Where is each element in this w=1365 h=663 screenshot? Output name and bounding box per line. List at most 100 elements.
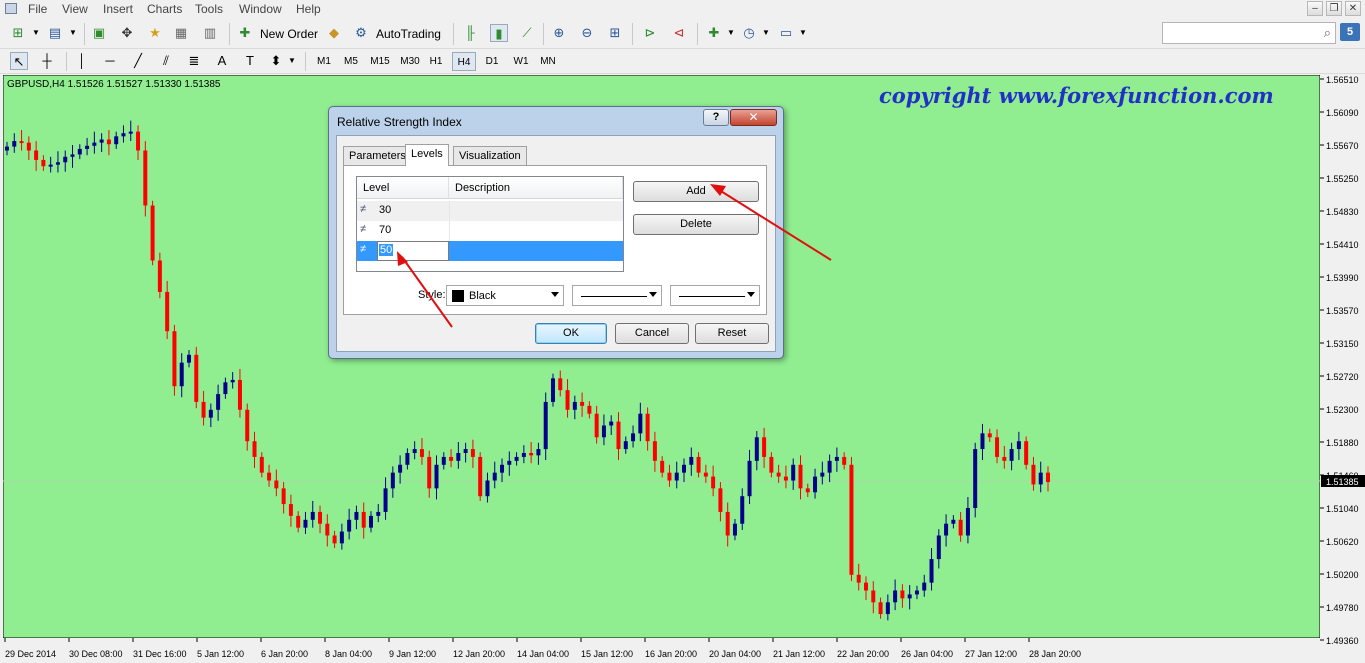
price-label: 1.55250 — [1326, 174, 1359, 184]
dropdown-arrow-icon[interactable]: ▼ — [283, 52, 301, 70]
menu-help[interactable]: Help — [296, 2, 321, 16]
text-icon[interactable]: A — [213, 52, 231, 70]
market-watch-icon[interactable]: ▣ — [90, 24, 108, 42]
timeframe-m5[interactable]: M5 — [339, 52, 363, 71]
new-order-icon[interactable]: ✚ — [236, 24, 254, 42]
autotrading-icon[interactable]: ⚙ — [352, 24, 370, 42]
vertical-line-icon[interactable]: │ — [73, 52, 91, 70]
navigator-icon[interactable]: ✥ — [118, 24, 136, 42]
bar-chart-icon[interactable]: ╟ — [461, 24, 479, 42]
cancel-button[interactable]: Cancel — [615, 323, 689, 344]
strategy-tester-icon[interactable]: ▥ — [201, 24, 219, 42]
list-item[interactable]: ≠ 70 — [357, 221, 623, 241]
candle-bear — [281, 488, 286, 505]
menu-view[interactable]: View — [62, 2, 88, 16]
crosshair-icon[interactable]: ┼ — [38, 52, 56, 70]
time-label: 21 Jan 12:00 — [773, 649, 825, 659]
zoom-in-icon[interactable]: ⊕ — [550, 24, 568, 42]
column-description[interactable]: Description — [449, 177, 623, 199]
menu-window[interactable]: Window — [239, 2, 282, 16]
timeframe-d1[interactable]: D1 — [481, 52, 503, 71]
price-label: 1.50200 — [1326, 570, 1359, 580]
equidistant-channel-icon[interactable]: ⫽ — [157, 52, 175, 70]
dropdown-arrow-icon[interactable]: ▼ — [27, 24, 45, 42]
candle-bull — [747, 460, 752, 497]
autoscroll-icon[interactable]: ⊳ — [641, 24, 659, 42]
notification-badge[interactable]: 5 — [1340, 23, 1360, 41]
dropdown-arrow-icon[interactable]: ▼ — [64, 24, 82, 42]
menu-insert[interactable]: Insert — [103, 2, 133, 16]
add-level-button[interactable]: Add — [633, 181, 759, 202]
close-dialog-button[interactable]: ✕ — [730, 109, 777, 126]
candle-bear — [645, 413, 650, 442]
list-item-selected[interactable]: ≠ 50 — [357, 241, 623, 261]
fibonacci-icon[interactable]: ≣ — [185, 52, 203, 70]
tile-windows-icon[interactable]: ⊞ — [606, 24, 624, 42]
app-icon[interactable] — [5, 3, 17, 14]
help-button[interactable]: ? — [703, 109, 729, 126]
new-chart-icon[interactable]: ⊞ — [9, 24, 27, 42]
timeframe-h1[interactable]: H1 — [425, 52, 447, 71]
list-item[interactable]: ≠ 30 — [357, 201, 623, 221]
timeframe-m30[interactable]: M30 — [396, 52, 424, 71]
candle-bear — [660, 460, 665, 473]
zoom-out-icon[interactable]: ⊖ — [578, 24, 596, 42]
candlestick-icon[interactable]: ▮ — [490, 24, 508, 42]
cursor-icon[interactable]: ↖ — [10, 52, 28, 70]
templates-icon[interactable]: ▭ — [777, 24, 795, 42]
search-icon[interactable]: ⌕ — [1324, 25, 1331, 41]
tab-visualization[interactable]: Visualization — [453, 146, 527, 165]
menu-file[interactable]: File — [28, 2, 47, 16]
restore-icon[interactable]: ❐ — [1326, 1, 1342, 16]
candle-bear — [325, 523, 330, 536]
minimize-icon[interactable]: – — [1307, 1, 1323, 16]
periods-icon[interactable]: ◷ — [740, 24, 758, 42]
candle-bull — [70, 154, 75, 157]
search-input[interactable]: ⌕ — [1162, 22, 1336, 44]
ok-button[interactable]: OK — [535, 323, 607, 344]
line-width-select[interactable] — [670, 285, 760, 306]
line-chart-icon[interactable]: ⟋ — [518, 24, 536, 42]
tab-levels[interactable]: Levels — [405, 144, 449, 166]
dropdown-arrow-icon[interactable]: ▼ — [794, 24, 812, 42]
timeframe-m1[interactable]: M1 — [312, 52, 336, 71]
profiles-icon[interactable]: ▤ — [46, 24, 64, 42]
candle-bull — [434, 464, 439, 489]
chart-shift-icon[interactable]: ⊲ — [670, 24, 688, 42]
dropdown-arrow-icon[interactable]: ▼ — [722, 24, 740, 42]
level-edit-field[interactable]: 50 — [377, 241, 449, 261]
levels-list[interactable]: Level Description ≠ 30 ≠ 70 ≠ 50 — [356, 176, 624, 272]
timeframe-h4[interactable]: H4 — [452, 52, 476, 71]
metaeditor-icon[interactable]: ◆ — [325, 24, 343, 42]
favorites-icon[interactable]: ★ — [146, 24, 164, 42]
candle-bear — [143, 150, 148, 206]
indicators-icon[interactable]: ✚ — [705, 24, 723, 42]
horizontal-line-icon[interactable]: ─ — [101, 52, 119, 70]
color-select[interactable]: Black — [446, 285, 564, 306]
autotrading-button[interactable]: AutoTrading — [376, 27, 441, 41]
timeframe-w1[interactable]: W1 — [509, 52, 533, 71]
text-label-icon[interactable]: T — [241, 52, 259, 70]
candle-bull — [791, 464, 796, 481]
candle-bear — [318, 511, 323, 524]
terminal-icon[interactable]: ▦ — [172, 24, 190, 42]
timeframe-mn[interactable]: MN — [536, 52, 560, 71]
dropdown-arrow-icon[interactable]: ▼ — [757, 24, 775, 42]
timeframe-m15[interactable]: M15 — [366, 52, 394, 71]
reset-button[interactable]: Reset — [695, 323, 769, 344]
menu-tools[interactable]: Tools — [195, 2, 223, 16]
line-style-select[interactable] — [572, 285, 662, 306]
color-swatch — [452, 290, 464, 302]
column-level[interactable]: Level — [357, 177, 449, 199]
delete-level-button[interactable]: Delete — [633, 214, 759, 235]
new-order-button[interactable]: New Order — [260, 27, 318, 41]
tab-parameters[interactable]: Parameters — [343, 146, 412, 165]
candle-bull — [1009, 449, 1014, 461]
menu-charts[interactable]: Charts — [147, 2, 182, 16]
candle-bull — [463, 449, 468, 453]
price-label: 1.51040 — [1326, 504, 1359, 514]
time-label: 14 Jan 04:00 — [517, 649, 569, 659]
close-window-icon[interactable]: ✕ — [1345, 1, 1361, 16]
candle-bear — [201, 401, 206, 418]
trendline-icon[interactable]: ╱ — [129, 52, 147, 70]
